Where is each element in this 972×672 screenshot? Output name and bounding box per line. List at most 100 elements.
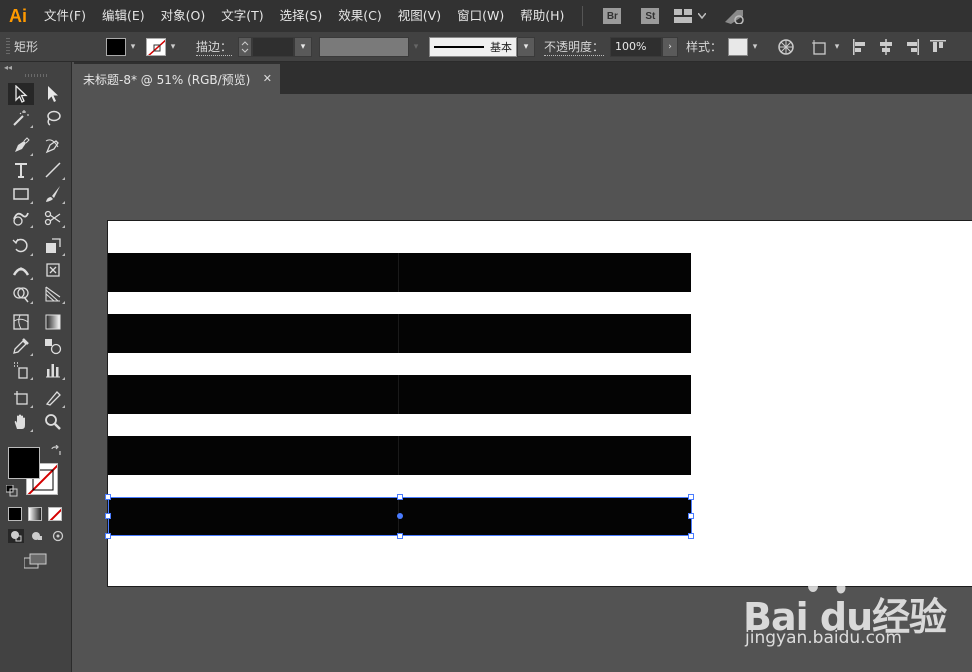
selection-handle-bottom-left[interactable]: [105, 533, 111, 539]
panel-grip[interactable]: [6, 37, 10, 56]
stroke-dropdown[interactable]: ▾: [166, 38, 180, 56]
black-rectangle-1[interactable]: [108, 253, 691, 292]
line-segment-tool-icon[interactable]: [40, 159, 66, 181]
align-left-icon[interactable]: [850, 37, 870, 57]
selection-center-point[interactable]: [397, 513, 403, 519]
bridge-button[interactable]: Br: [603, 8, 622, 24]
eyedropper-tool-icon[interactable]: [8, 335, 34, 357]
opacity-input[interactable]: 100%: [610, 36, 663, 57]
menu-help[interactable]: 帮助(H): [512, 0, 572, 32]
align-top-icon[interactable]: [928, 37, 948, 57]
menu-window[interactable]: 窗口(W): [449, 0, 512, 32]
selection-tool-icon[interactable]: [8, 83, 34, 105]
scale-tool-icon[interactable]: [40, 235, 66, 257]
transform-icon[interactable]: [810, 37, 830, 57]
paintbrush-tool-icon[interactable]: [40, 183, 66, 205]
stock-button[interactable]: St: [641, 8, 660, 24]
stroke-style-label: 基本: [490, 40, 513, 54]
draw-inside-icon[interactable]: [50, 529, 66, 543]
swap-fill-stroke-icon[interactable]: [50, 444, 62, 460]
rectangle-tool-icon[interactable]: [8, 183, 34, 205]
slice-tool-icon[interactable]: [40, 387, 66, 409]
fill-dropdown[interactable]: ▾: [126, 38, 140, 56]
none-mode-icon[interactable]: [48, 507, 62, 521]
shape-builder-tool-icon[interactable]: [8, 283, 34, 305]
menu-object[interactable]: 对象(O): [153, 0, 214, 32]
type-tool-icon[interactable]: [8, 159, 34, 181]
stroke-weight-dropdown[interactable]: ▾: [294, 36, 313, 57]
screen-mode-icon[interactable]: [23, 553, 71, 572]
stroke-weight-input[interactable]: [252, 36, 295, 57]
fill-color-box[interactable]: [8, 447, 40, 479]
opacity-label[interactable]: 不透明度：: [544, 38, 605, 56]
align-horizontal-center-icon[interactable]: [876, 37, 896, 57]
transform-dropdown[interactable]: ▾: [830, 38, 844, 56]
gradient-mode-icon[interactable]: [28, 507, 42, 521]
document-tab[interactable]: 未标题-8* @ 51% (RGB/预览) ✕: [74, 64, 280, 94]
graphic-style-dropdown[interactable]: ▾: [748, 38, 762, 56]
magic-wand-tool-icon[interactable]: [8, 107, 34, 129]
gradient-tool-icon[interactable]: [40, 311, 66, 333]
selection-handle-top-right[interactable]: [688, 494, 694, 500]
selection-handle-middle-left[interactable]: [105, 513, 111, 519]
scissors-tool-icon[interactable]: [40, 207, 66, 229]
color-mode-icon[interactable]: [8, 507, 22, 521]
black-rectangle-4[interactable]: [108, 436, 691, 475]
opacity-dropdown[interactable]: ›: [662, 36, 679, 57]
hand-tool-icon[interactable]: [8, 411, 34, 433]
width-tool-icon[interactable]: [8, 259, 34, 281]
column-graph-tool-icon[interactable]: [40, 359, 66, 381]
artboard-tool-icon[interactable]: [8, 387, 34, 409]
close-tab-icon[interactable]: ✕: [263, 72, 272, 85]
menu-edit[interactable]: 编辑(E): [94, 0, 153, 32]
default-fill-stroke-icon[interactable]: [5, 484, 18, 500]
artboard[interactable]: [105, 220, 972, 587]
chevron-down-icon[interactable]: [697, 7, 707, 25]
variable-width-profile[interactable]: [319, 36, 410, 57]
symbol-sprayer-tool-icon[interactable]: [8, 359, 34, 381]
shaper-tool-icon[interactable]: [8, 207, 34, 229]
black-rectangle-2[interactable]: [108, 314, 691, 353]
selection-handle-bottom-center[interactable]: [397, 533, 403, 539]
menu-select[interactable]: 选择(S): [272, 0, 331, 32]
curvature-tool-icon[interactable]: [40, 135, 66, 157]
zoom-tool-icon[interactable]: [40, 411, 66, 433]
perspective-grid-tool-icon[interactable]: [40, 283, 66, 305]
tools-panel: ◂◂: [0, 62, 72, 672]
selection-handle-top-center[interactable]: [397, 494, 403, 500]
brush-dropdown[interactable]: ▾: [517, 36, 536, 57]
draw-behind-icon[interactable]: [29, 529, 45, 543]
stroke-label[interactable]: 描边：: [196, 38, 233, 56]
brush-definition[interactable]: 基本: [429, 36, 518, 57]
selection-handle-top-left[interactable]: [105, 494, 111, 500]
menu-effect[interactable]: 效果(C): [330, 0, 389, 32]
menu-type[interactable]: 文字(T): [213, 0, 271, 32]
menu-view[interactable]: 视图(V): [390, 0, 449, 32]
tools-panel-grip[interactable]: [24, 74, 47, 77]
lasso-tool-icon[interactable]: [40, 107, 66, 129]
blend-tool-icon[interactable]: [40, 335, 66, 357]
free-transform-tool-icon[interactable]: [40, 259, 66, 281]
black-rectangle-3[interactable]: [108, 375, 691, 414]
recolor-artwork-icon[interactable]: [776, 37, 796, 57]
pen-tool-icon[interactable]: [8, 135, 34, 157]
rotate-tool-icon[interactable]: [8, 235, 34, 257]
stroke-swatch[interactable]: [146, 37, 166, 56]
workspace-layout-icon[interactable]: [673, 7, 695, 25]
stroke-line-preview: [434, 45, 485, 48]
menu-file[interactable]: 文件(F): [36, 0, 94, 32]
selection-handle-middle-right[interactable]: [688, 513, 694, 519]
watermark-url: jingyan.baidu.com: [745, 628, 902, 648]
gpu-rocket-icon[interactable]: [723, 7, 745, 25]
mesh-tool-icon[interactable]: [8, 311, 34, 333]
draw-normal-icon[interactable]: [8, 529, 24, 543]
graphic-style-swatch[interactable]: [728, 37, 749, 56]
direct-selection-tool-icon[interactable]: [40, 83, 66, 105]
fill-swatch[interactable]: [106, 37, 126, 56]
tools-collapse-button[interactable]: ◂◂: [0, 62, 71, 72]
menu-bar: Ai 文件(F) 编辑(E) 对象(O) 文字(T) 选择(S) 效果(C) 视…: [0, 0, 972, 32]
variable-width-dropdown[interactable]: ▾: [409, 38, 423, 56]
selection-handle-bottom-right[interactable]: [688, 533, 694, 539]
align-right-icon[interactable]: [902, 37, 922, 57]
stroke-weight-stepper[interactable]: [238, 36, 253, 57]
